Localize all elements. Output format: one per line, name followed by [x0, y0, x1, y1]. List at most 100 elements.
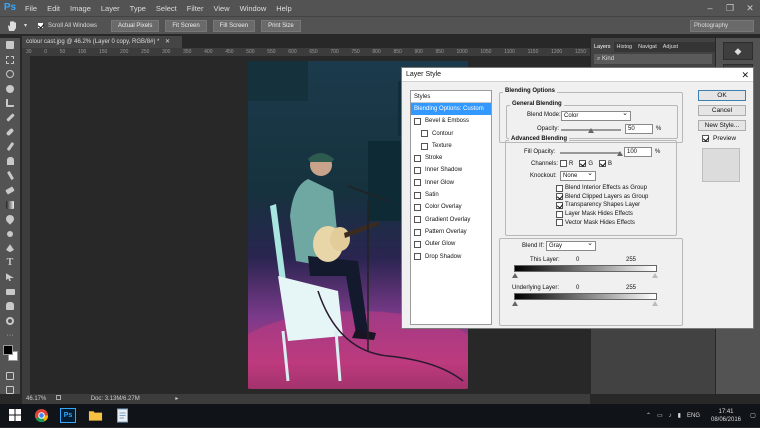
menu-edit[interactable]: Edit — [42, 4, 65, 13]
screen-mode-icon[interactable] — [0, 383, 20, 398]
fill-opacity-slider-knob[interactable] — [617, 151, 623, 156]
lasso-tool-icon[interactable] — [0, 67, 20, 82]
style-item[interactable]: Satin — [411, 189, 491, 201]
opacity-slider-knob[interactable] — [588, 128, 594, 133]
workspace-select[interactable]: Photography — [690, 20, 754, 32]
crop-tool-icon[interactable] — [0, 96, 20, 111]
rectangle-tool-icon[interactable] — [0, 285, 20, 300]
notepad-icon[interactable] — [116, 408, 132, 423]
layer-filter-kind[interactable]: ⌕ Kind — [594, 54, 712, 64]
style-item-checkbox[interactable] — [414, 253, 421, 261]
photoshop-taskbar-icon[interactable]: Ps — [60, 408, 76, 423]
healing-brush-tool-icon[interactable] — [0, 125, 20, 140]
underlying-black-knob[interactable] — [512, 301, 518, 306]
advanced-option[interactable]: Blend Interior Effects as Group — [556, 184, 648, 193]
fill-opacity-input[interactable]: 100 — [624, 147, 652, 157]
channel-checkbox[interactable] — [560, 160, 567, 167]
advanced-option[interactable]: Transparency Shapes Layer — [556, 201, 648, 210]
menu-view[interactable]: View — [208, 4, 234, 13]
battery-icon[interactable]: ▮ — [678, 412, 681, 419]
fill-screen-button[interactable]: Fill Screen — [212, 19, 256, 32]
close-window-button[interactable]: ✕ — [740, 0, 760, 16]
style-item[interactable]: Color Overlay — [411, 201, 491, 213]
advanced-option-checkbox[interactable] — [556, 193, 563, 201]
style-item-checkbox[interactable] — [414, 204, 421, 212]
menu-file[interactable]: File — [20, 4, 42, 13]
style-item-checkbox[interactable] — [414, 179, 421, 187]
advanced-option[interactable]: Layer Mask Hides Effects — [556, 210, 648, 219]
channel-checkbox[interactable] — [599, 160, 607, 167]
tab-navigator[interactable]: Navigat — [635, 42, 660, 52]
style-item[interactable]: Drop Shadow — [411, 251, 491, 263]
fill-opacity-slider[interactable] — [560, 152, 620, 154]
more-tools-icon[interactable]: ··· — [0, 328, 20, 343]
windows-start-icon[interactable] — [8, 408, 24, 423]
style-item[interactable]: Stroke — [411, 152, 491, 164]
style-item-checkbox[interactable] — [414, 216, 421, 224]
minimize-button[interactable]: – — [700, 0, 720, 16]
this-layer-black-knob[interactable] — [512, 273, 518, 278]
style-item[interactable]: Texture — [411, 140, 491, 152]
style-item-checkbox[interactable] — [414, 154, 421, 162]
type-tool-icon[interactable]: T — [0, 256, 20, 271]
channel-toggle[interactable]: G — [579, 160, 593, 167]
eraser-tool-icon[interactable] — [0, 183, 20, 198]
move-tool-icon[interactable] — [0, 38, 20, 53]
menu-help[interactable]: Help — [271, 4, 296, 13]
color-swatches[interactable] — [0, 343, 20, 369]
file-explorer-icon[interactable] — [88, 408, 104, 423]
blend-mode-select[interactable]: Color — [561, 110, 631, 121]
quick-select-tool-icon[interactable] — [0, 82, 20, 97]
foreground-color-swatch[interactable] — [3, 344, 13, 355]
status-menu-arrow-icon[interactable]: ▸ — [175, 396, 178, 402]
actual-pixels-button[interactable]: Actual Pixels — [111, 19, 160, 32]
style-item-checkbox[interactable] — [414, 167, 421, 175]
hand-tool-chevron-icon[interactable]: ▾ — [24, 22, 27, 29]
styles-header[interactable]: Styles — [411, 91, 491, 103]
history-brush-tool-icon[interactable] — [0, 169, 20, 184]
marquee-tool-icon[interactable] — [0, 53, 20, 68]
gradient-tool-icon[interactable] — [0, 198, 20, 213]
document-tab-close-icon[interactable]: ✕ — [165, 39, 170, 45]
style-item-checkbox[interactable] — [414, 191, 421, 199]
tray-chevron-icon[interactable]: ⌃ — [646, 412, 651, 419]
preview-toggle[interactable]: Preview — [702, 135, 736, 142]
style-item[interactable]: Inner Shadow — [411, 164, 491, 176]
knockout-select[interactable]: None — [560, 170, 596, 181]
dialog-close-icon[interactable]: ✕ — [741, 68, 749, 82]
export-icon[interactable] — [56, 395, 62, 400]
menu-image[interactable]: Image — [65, 4, 96, 13]
brush-tool-icon[interactable] — [0, 140, 20, 155]
style-item-checkbox[interactable] — [414, 117, 421, 125]
tab-adjustments[interactable]: Adjust — [660, 42, 681, 52]
style-item[interactable]: Pattern Overlay — [411, 226, 491, 238]
style-item-checkbox[interactable] — [421, 142, 428, 150]
style-item[interactable]: Bevel & Emboss — [411, 115, 491, 127]
tab-layers[interactable]: Layers — [591, 42, 614, 52]
channel-checkbox[interactable] — [579, 160, 587, 167]
pen-tool-icon[interactable] — [0, 241, 20, 256]
style-item[interactable]: Contour — [411, 128, 491, 140]
eyedropper-tool-icon[interactable] — [0, 111, 20, 126]
advanced-option[interactable]: Blend Clipped Layers as Group — [556, 193, 648, 202]
menu-window[interactable]: Window — [235, 4, 272, 13]
style-item[interactable]: Outer Glow — [411, 238, 491, 250]
style-item-checkbox[interactable] — [414, 228, 421, 236]
style-item-checkbox[interactable] — [414, 240, 421, 248]
menu-type[interactable]: Type — [125, 4, 151, 13]
opacity-input[interactable]: 50 — [625, 124, 653, 134]
channel-toggle[interactable]: B — [599, 160, 612, 167]
style-item-checkbox[interactable] — [421, 130, 428, 138]
underlying-white-knob[interactable] — [652, 301, 658, 306]
this-layer-white-knob[interactable] — [652, 273, 658, 278]
layers-dock-icon[interactable]: ◆ — [723, 42, 753, 60]
menu-filter[interactable]: Filter — [182, 4, 209, 13]
network-icon[interactable]: ▭ — [657, 412, 663, 419]
advanced-option[interactable]: Vector Mask Hides Effects — [556, 218, 648, 227]
dodge-tool-icon[interactable] — [0, 227, 20, 242]
style-item[interactable]: Inner Glow — [411, 177, 491, 189]
menu-select[interactable]: Select — [151, 4, 182, 13]
hand-tool-icon[interactable] — [6, 20, 22, 32]
advanced-option-checkbox[interactable] — [556, 219, 563, 227]
preview-checkbox[interactable] — [702, 135, 709, 142]
